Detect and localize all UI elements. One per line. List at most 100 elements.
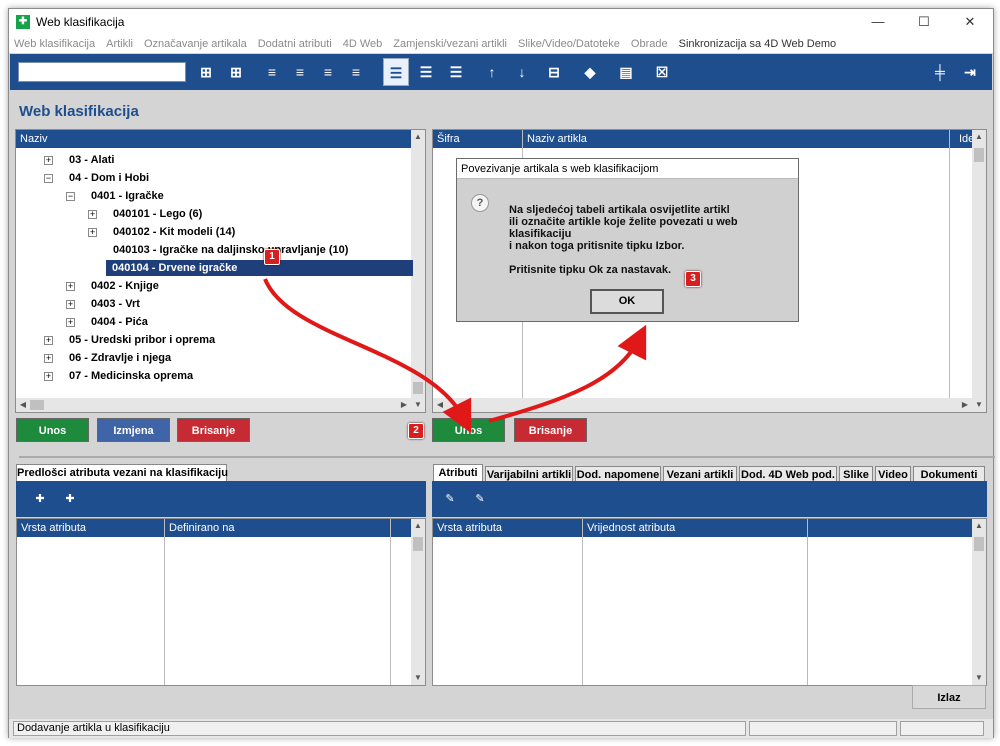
scroll-right-icon[interactable]: ▶ bbox=[397, 398, 411, 412]
menu-obrade[interactable]: Obrade bbox=[631, 38, 668, 50]
list-arrow-icon[interactable]: ≡ bbox=[262, 62, 282, 82]
tree-node[interactable]: 06 - Zdravlje i njega bbox=[69, 350, 171, 366]
expand-icon[interactable]: + bbox=[44, 336, 53, 345]
add-attribute-icon[interactable]: ✚ bbox=[32, 492, 48, 506]
scroll-down-icon[interactable]: ▼ bbox=[972, 398, 986, 412]
col-vrsta-atributa-2[interactable]: Vrsta atributa bbox=[437, 519, 502, 537]
tree-node[interactable]: 040103 - Igračke na daljinsko upravljanj… bbox=[113, 242, 348, 258]
collapse-icon[interactable]: − bbox=[66, 192, 75, 201]
menu-slike[interactable]: Slike/Video/Datoteke bbox=[518, 38, 620, 50]
menu-artikli[interactable]: Artikli bbox=[106, 38, 133, 50]
expand-icon[interactable]: + bbox=[44, 156, 53, 165]
scroll-up-icon[interactable]: ▲ bbox=[972, 519, 986, 533]
expand-icon[interactable]: + bbox=[88, 210, 97, 219]
tree-node[interactable]: 040101 - Lego (6) bbox=[113, 206, 202, 222]
document-icon[interactable]: ▤ bbox=[616, 62, 636, 82]
menu-oznacavanje[interactable]: Označavanje artikala bbox=[144, 38, 247, 50]
toolbar: ⊞ ⊞ ≡ ≡ ≡ ≡ ☰ ☰ ☰ ↑ ↓ ⊟ ◆ ▤ ☒ ╪ ⇥ bbox=[10, 54, 992, 90]
add-child-icon[interactable]: ⊞ bbox=[196, 62, 216, 82]
arrow-up-icon[interactable]: ↑ bbox=[482, 62, 502, 82]
unos-button[interactable]: Unos bbox=[16, 418, 89, 442]
tree-node[interactable]: 0404 - Pića bbox=[91, 314, 148, 330]
dialog-line-3: i nakon toga pritisnite tipku Izbor. bbox=[509, 240, 685, 252]
expand-icon[interactable]: + bbox=[88, 228, 97, 237]
menu-web-klasifikacija[interactable]: Web klasifikacija bbox=[14, 38, 95, 50]
edit-attribute2-icon[interactable]: ✎ bbox=[472, 492, 488, 506]
articles-hscroll[interactable]: ◀ ▶ ▼ bbox=[433, 398, 986, 412]
tree-node-selected[interactable]: 040104 - Drvene igračke bbox=[106, 260, 413, 276]
col-vrijednost-atributa[interactable]: Vrijednost atributa bbox=[587, 519, 675, 537]
tree-icon[interactable]: ⊟ bbox=[544, 62, 564, 82]
hscroll-thumb[interactable] bbox=[30, 400, 44, 410]
exit-icon[interactable]: ⇥ bbox=[960, 62, 980, 82]
tree-hscroll[interactable]: ◀ ▶ ▼ bbox=[16, 398, 425, 412]
view-compact-icon[interactable]: ☰ bbox=[416, 62, 436, 82]
attributes-vscroll[interactable]: ▲ ▼ bbox=[972, 519, 986, 685]
list-arrow2-icon[interactable]: ≡ bbox=[290, 62, 310, 82]
scroll-up-icon[interactable]: ▲ bbox=[411, 130, 425, 144]
ok-button[interactable]: OK bbox=[590, 289, 664, 314]
scroll-thumb[interactable] bbox=[974, 148, 984, 162]
settings-icon[interactable]: ╪ bbox=[930, 62, 950, 82]
scroll-left-icon[interactable]: ◀ bbox=[433, 398, 447, 412]
status-text: Dodavanje artikla u klasifikaciju bbox=[13, 721, 746, 736]
tree-node[interactable]: 04 - Dom i Hobi bbox=[69, 170, 149, 186]
col-vrsta-atributa[interactable]: Vrsta atributa bbox=[21, 519, 86, 537]
add-sibling-icon[interactable]: ⊞ bbox=[226, 62, 246, 82]
scroll-up-icon[interactable]: ▲ bbox=[411, 519, 425, 533]
clear-icon[interactable]: ☒ bbox=[652, 62, 672, 82]
scroll-thumb[interactable] bbox=[413, 382, 423, 394]
scroll-thumb[interactable] bbox=[974, 537, 984, 551]
view-list-icon[interactable]: ☰ bbox=[383, 58, 409, 86]
expand-icon[interactable]: + bbox=[66, 318, 75, 327]
collapse-icon[interactable]: − bbox=[44, 174, 53, 183]
arrow-down-icon[interactable]: ↓ bbox=[512, 62, 532, 82]
expand-icon[interactable]: + bbox=[44, 354, 53, 363]
unos-articles-button[interactable]: Unos bbox=[432, 418, 505, 442]
articles-vscroll[interactable]: ▲ bbox=[972, 130, 986, 398]
tag-icon[interactable]: ◆ bbox=[580, 62, 600, 82]
scroll-down-icon[interactable]: ▼ bbox=[972, 671, 986, 685]
menu-sinkronizacija[interactable]: Sinkronizacija sa 4D Web Demo bbox=[679, 38, 837, 50]
tree-node[interactable]: 0402 - Knjige bbox=[91, 278, 159, 294]
tree-node[interactable]: 07 - Medicinska oprema bbox=[69, 368, 193, 384]
expand-icon[interactable]: + bbox=[44, 372, 53, 381]
expand-icon[interactable]: + bbox=[66, 282, 75, 291]
menu-4d-web[interactable]: 4D Web bbox=[343, 38, 383, 50]
view-dense-icon[interactable]: ☰ bbox=[446, 62, 466, 82]
tree-node[interactable]: 03 - Alati bbox=[69, 152, 114, 168]
templates-vscroll[interactable]: ▲ ▼ bbox=[411, 519, 425, 685]
step-badge-1: 1 bbox=[264, 249, 280, 265]
tree-header: Naziv bbox=[16, 130, 411, 148]
minimize-button[interactable]: — bbox=[855, 9, 901, 35]
scroll-up-icon[interactable]: ▲ bbox=[972, 130, 986, 144]
tree-node[interactable]: 0401 - Igračke bbox=[91, 188, 164, 204]
scroll-down-icon[interactable]: ▼ bbox=[411, 671, 425, 685]
menu-dodatni-atributi[interactable]: Dodatni atributi bbox=[258, 38, 332, 50]
tree-vscroll[interactable]: ▲ bbox=[411, 130, 425, 398]
maximize-button[interactable]: ☐ bbox=[901, 9, 947, 35]
col-definirano-na[interactable]: Definirano na bbox=[169, 519, 234, 537]
search-input[interactable] bbox=[18, 62, 186, 82]
col-sifra[interactable]: Šifra bbox=[437, 130, 460, 148]
list-refresh-icon[interactable]: ≡ bbox=[346, 62, 366, 82]
list-delete-icon[interactable]: ≡ bbox=[318, 62, 338, 82]
izlaz-button[interactable]: Izlaz bbox=[912, 685, 986, 709]
tree-node[interactable]: 05 - Uredski pribor i oprema bbox=[69, 332, 215, 348]
scroll-thumb[interactable] bbox=[413, 537, 423, 551]
scroll-right-icon[interactable]: ▶ bbox=[958, 398, 972, 412]
tree-node[interactable]: 0403 - Vrt bbox=[91, 296, 140, 312]
brisanje-articles-button[interactable]: Brisanje bbox=[514, 418, 587, 442]
expand-icon[interactable]: + bbox=[66, 300, 75, 309]
edit-attribute-icon[interactable]: ✎ bbox=[442, 492, 458, 506]
close-button[interactable]: ✕ bbox=[947, 9, 993, 35]
splitter[interactable] bbox=[19, 456, 995, 458]
col-naziv-artikla[interactable]: Naziv artikla bbox=[527, 130, 587, 148]
tree-node[interactable]: 040102 - Kit modeli (14) bbox=[113, 224, 235, 240]
scroll-down-icon[interactable]: ▼ bbox=[411, 398, 425, 412]
remove-attribute-icon[interactable]: ✚ bbox=[62, 492, 78, 506]
brisanje-button[interactable]: Brisanje bbox=[177, 418, 250, 442]
scroll-left-icon[interactable]: ◀ bbox=[16, 398, 30, 412]
izmjena-button[interactable]: Izmjena bbox=[97, 418, 170, 442]
menu-zamjenski[interactable]: Zamjenski/vezani artikli bbox=[393, 38, 507, 50]
